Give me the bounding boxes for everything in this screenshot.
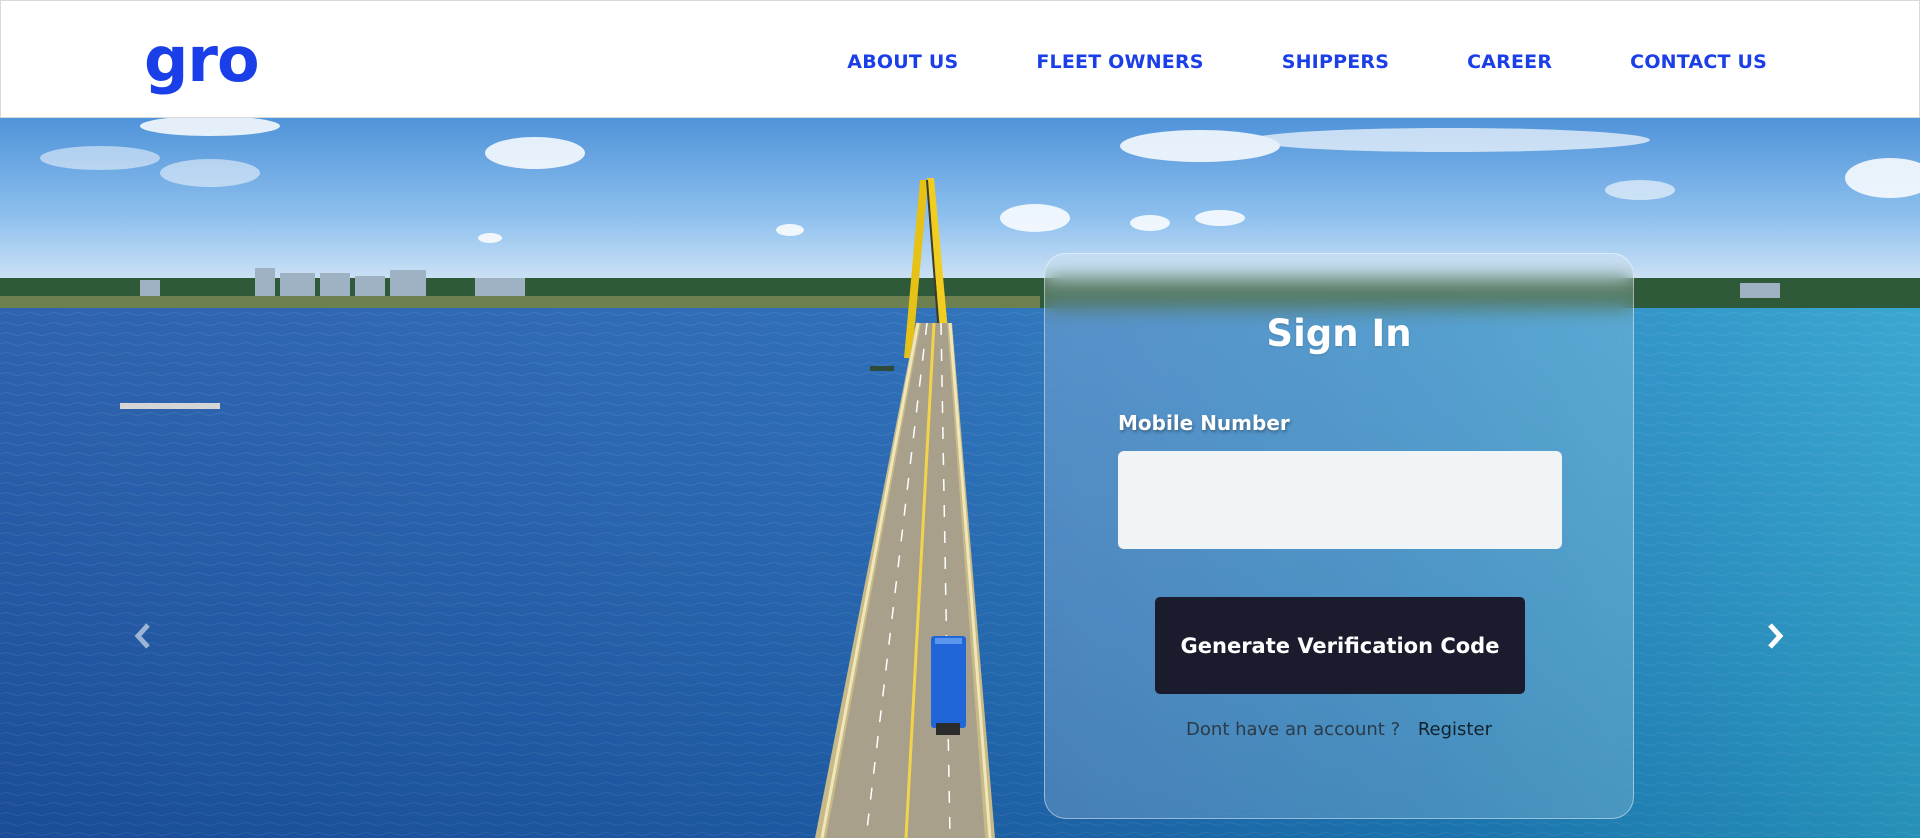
site-header: gro ABOUT US FLEET OWNERS SHIPPERS CAREE…: [0, 0, 1920, 118]
generate-verification-code-button[interactable]: Generate Verification Code: [1155, 597, 1525, 694]
nav-about-us[interactable]: ABOUT US: [847, 51, 958, 73]
gro-logo[interactable]: gro: [144, 29, 260, 91]
mobile-number-label: Mobile Number: [1118, 411, 1290, 435]
nav-contact-us[interactable]: CONTACT US: [1630, 51, 1767, 73]
chevron-right-icon: [1768, 623, 1784, 649]
mobile-number-input[interactable]: [1118, 451, 1562, 549]
register-prompt: Dont have an account ?: [1186, 719, 1401, 740]
nav-career[interactable]: CAREER: [1467, 51, 1552, 73]
sign-in-title: Sign In: [1266, 312, 1412, 355]
sign-in-card: Sign In Mobile Number Generate Verificat…: [1044, 253, 1634, 819]
main-nav: ABOUT US FLEET OWNERS SHIPPERS CAREER CO…: [847, 51, 1767, 73]
carousel-next-button[interactable]: [1760, 616, 1790, 656]
nav-shippers[interactable]: SHIPPERS: [1282, 51, 1389, 73]
nav-fleet-owners[interactable]: FLEET OWNERS: [1036, 51, 1203, 73]
carousel-prev-button[interactable]: [128, 616, 158, 656]
register-link[interactable]: Register: [1418, 719, 1492, 740]
register-row: Dont have an account ? Register: [1045, 719, 1633, 740]
chevron-left-icon: [134, 623, 150, 649]
